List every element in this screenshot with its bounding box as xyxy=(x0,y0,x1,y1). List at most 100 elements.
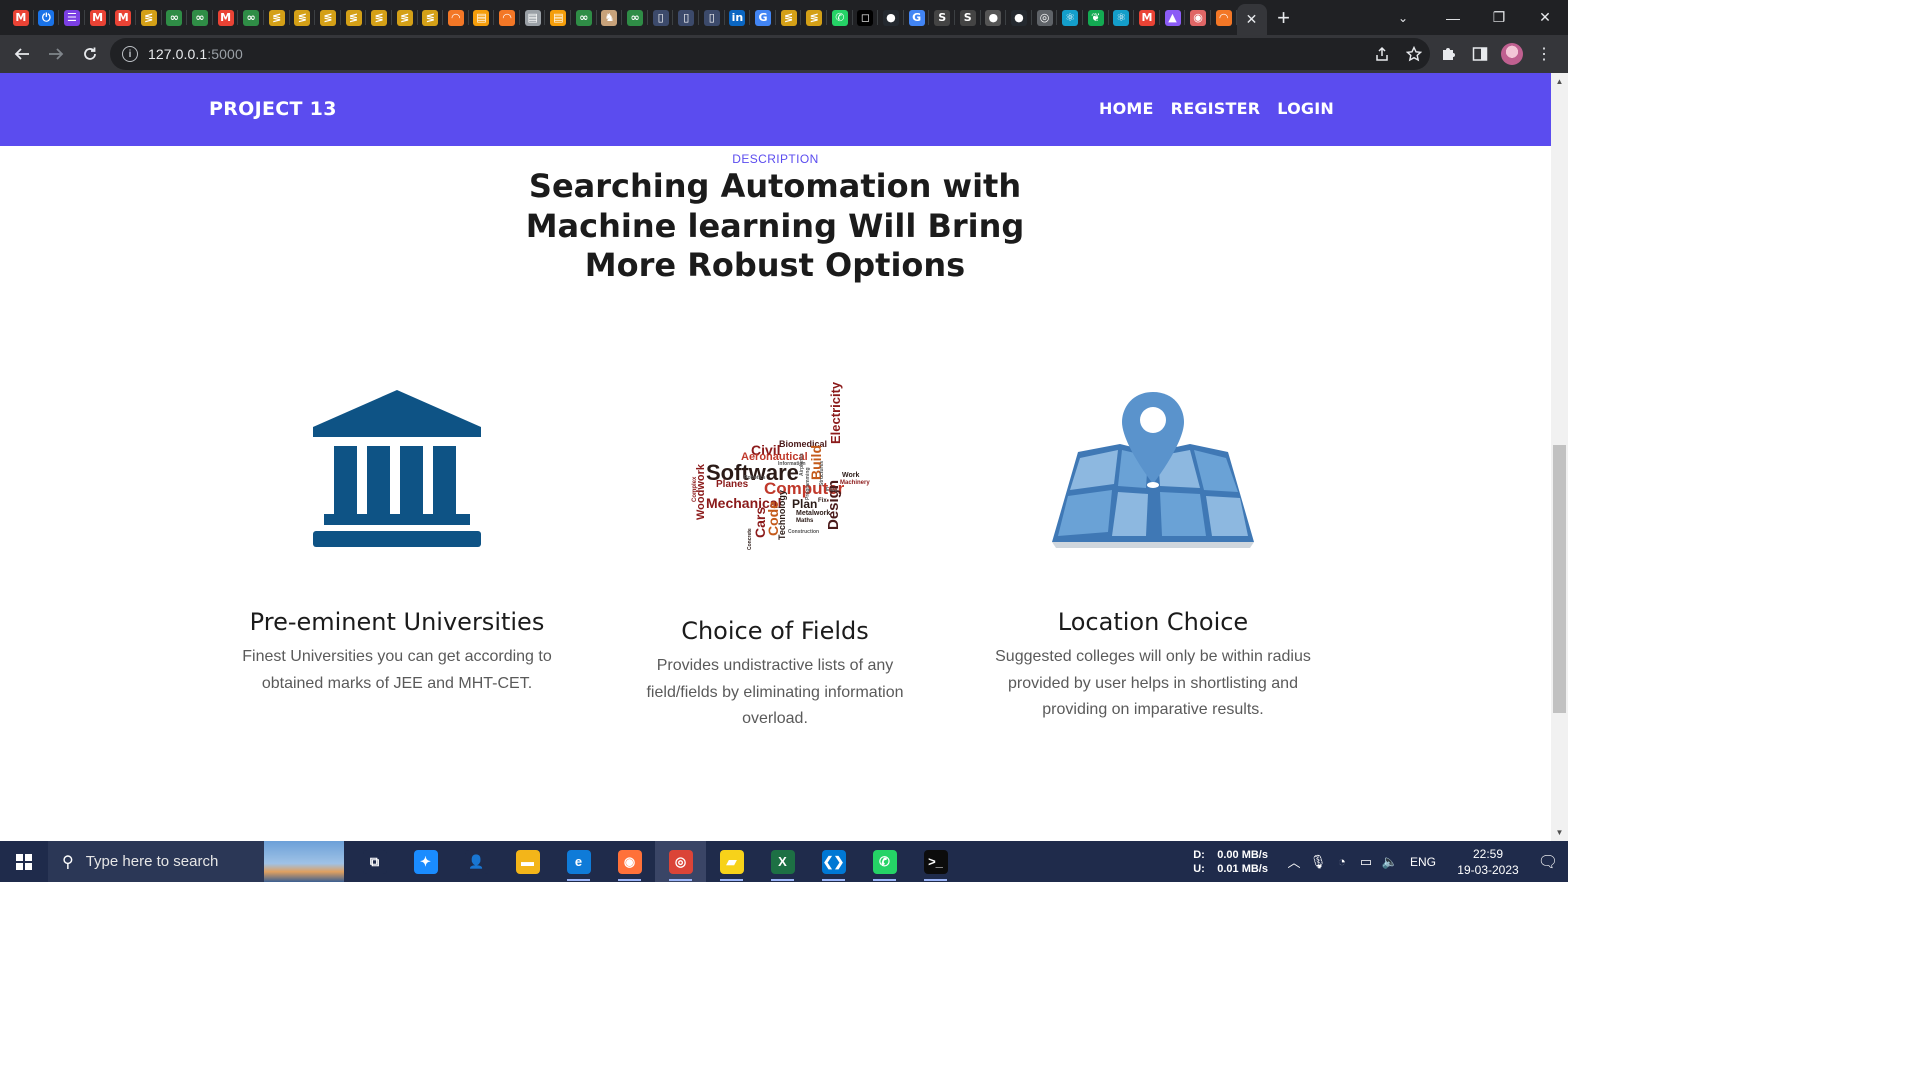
taskbar-app[interactable]: ✦ xyxy=(400,841,451,882)
word-cloud-word: Concrete xyxy=(747,528,753,550)
browser-tab[interactable]: ≶ xyxy=(136,0,162,35)
taskbar-clock[interactable]: 22:59 19-03-2023 xyxy=(1448,846,1528,878)
notifications-icon[interactable]: 🗨 xyxy=(1528,841,1568,882)
new-tab-button[interactable]: + xyxy=(1267,0,1301,35)
page-scrollbar[interactable]: ▲ ▼ xyxy=(1551,73,1568,841)
browser-tab[interactable]: M xyxy=(213,0,239,35)
forward-button[interactable] xyxy=(40,38,72,70)
browser-tab[interactable]: ◠ xyxy=(494,0,520,35)
nav-register-link[interactable]: REGISTER xyxy=(1171,99,1261,118)
browser-tab[interactable]: ☰ xyxy=(59,0,85,35)
browser-tab[interactable]: ◉ xyxy=(1185,0,1211,35)
share-icon[interactable] xyxy=(1366,38,1398,70)
volume-icon[interactable]: 🔈 xyxy=(1378,841,1402,882)
browser-tab[interactable]: ≶ xyxy=(418,0,444,35)
browser-tab[interactable]: ⚛ xyxy=(1057,0,1083,35)
browser-tab[interactable]: ∞ xyxy=(162,0,188,35)
start-button[interactable] xyxy=(0,841,48,882)
browser-tab[interactable]: ◠ xyxy=(1211,0,1237,35)
browser-tab[interactable]: M xyxy=(85,0,111,35)
url-text[interactable]: 127.0.0.1:5000 xyxy=(148,46,243,62)
browser-menu-icon[interactable]: ⋮ xyxy=(1528,38,1560,70)
browser-tab[interactable]: M xyxy=(1134,0,1160,35)
browser-tab[interactable]: ✆ xyxy=(827,0,853,35)
close-tab-icon[interactable]: ✕ xyxy=(1246,11,1258,28)
restore-button[interactable]: ❐ xyxy=(1476,0,1522,35)
browser-tab[interactable]: ≶ xyxy=(290,0,316,35)
browser-tab[interactable]: G xyxy=(904,0,930,35)
taskbar-app[interactable]: ▬ xyxy=(502,841,553,882)
taskbar-app[interactable]: e xyxy=(553,841,604,882)
active-tab[interactable]: ✕ xyxy=(1236,4,1267,35)
browser-tab[interactable]: ≶ xyxy=(366,0,392,35)
taskbar-app[interactable]: >_ xyxy=(910,841,961,882)
reload-button[interactable] xyxy=(74,38,106,70)
taskbar-app[interactable]: ✆ xyxy=(859,841,910,882)
browser-tab[interactable]: ≶ xyxy=(392,0,418,35)
browser-tab[interactable]: ▯ xyxy=(648,0,674,35)
show-hidden-icons-chevron-icon[interactable]: ︿ xyxy=(1282,841,1306,882)
browser-tab[interactable]: ▤ xyxy=(469,0,495,35)
browser-tab[interactable]: ▯ xyxy=(699,0,725,35)
browser-tab[interactable]: ⚛ xyxy=(1109,0,1135,35)
browser-tab[interactable]: ∞ xyxy=(622,0,648,35)
jupyter-icon: ◠ xyxy=(499,9,516,26)
browser-tab[interactable]: ● xyxy=(981,0,1007,35)
minimize-button[interactable]: — xyxy=(1430,0,1476,35)
browser-tab[interactable]: G xyxy=(750,0,776,35)
taskbar-app[interactable]: ◎ xyxy=(655,841,706,882)
browser-tab[interactable]: ◠ xyxy=(443,0,469,35)
browser-tab[interactable]: M xyxy=(110,0,136,35)
tab-search-icon[interactable]: ⌄ xyxy=(1388,0,1418,35)
scroll-up-arrow-icon[interactable]: ▲ xyxy=(1555,77,1564,86)
taskbar-app[interactable]: 👤 xyxy=(451,841,502,882)
site-info-icon[interactable]: i xyxy=(122,46,138,62)
site-brand[interactable]: PROJECT 13 xyxy=(209,98,337,120)
taskbar-app[interactable]: ▰ xyxy=(706,841,757,882)
browser-tab[interactable]: S xyxy=(929,0,955,35)
browser-tab[interactable]: ▤ xyxy=(520,0,546,35)
browser-tab[interactable]: ∞ xyxy=(238,0,264,35)
side-panel-icon[interactable] xyxy=(1464,38,1496,70)
browser-tab[interactable]: ≶ xyxy=(776,0,802,35)
browser-tab[interactable]: ❦ xyxy=(1083,0,1109,35)
profile-avatar[interactable] xyxy=(1496,38,1528,70)
browser-tab[interactable]: ♞ xyxy=(597,0,623,35)
input-language[interactable]: ENG xyxy=(1410,855,1436,869)
microphone-icon[interactable]: 🎙 xyxy=(1306,841,1330,882)
browser-tab[interactable]: ▤ xyxy=(545,0,571,35)
taskbar-search-box[interactable]: ⚲ Type here to search xyxy=(48,841,344,882)
taskbar-app[interactable]: ❮❯ xyxy=(808,841,859,882)
browser-tab[interactable]: ≶ xyxy=(801,0,827,35)
browser-tab[interactable]: ≶ xyxy=(341,0,367,35)
browser-tab[interactable]: ∞ xyxy=(571,0,597,35)
network-speed-meter: D: 0.00 MB/s U: 0.01 MB/s xyxy=(1193,848,1268,876)
browser-tab[interactable]: ≶ xyxy=(315,0,341,35)
browser-tab[interactable]: ▯ xyxy=(673,0,699,35)
browser-tab[interactable]: M xyxy=(8,0,34,35)
scroll-down-arrow-icon[interactable]: ▼ xyxy=(1555,828,1564,837)
close-window-button[interactable]: ✕ xyxy=(1522,0,1568,35)
browser-tab[interactable]: ◎ xyxy=(1032,0,1058,35)
battery-icon[interactable]: ▭ xyxy=(1354,841,1378,882)
address-bar[interactable]: i 127.0.0.1:5000 xyxy=(110,38,1430,70)
browser-tab[interactable]: ● xyxy=(878,0,904,35)
scrollbar-thumb[interactable] xyxy=(1553,445,1566,713)
browser-tab[interactable]: ● xyxy=(1006,0,1032,35)
browser-tab[interactable]: ≶ xyxy=(264,0,290,35)
browser-tab[interactable]: ▲ xyxy=(1160,0,1186,35)
bookmark-star-icon[interactable] xyxy=(1398,38,1430,70)
browser-tab[interactable]: ◻ xyxy=(853,0,879,35)
browser-tab[interactable]: S xyxy=(955,0,981,35)
browser-tab[interactable]: in xyxy=(725,0,751,35)
nav-login-link[interactable]: LOGIN xyxy=(1277,99,1334,118)
wifi-icon[interactable]: ◔ xyxy=(1330,841,1354,882)
extensions-puzzle-icon[interactable] xyxy=(1432,38,1464,70)
nav-home-link[interactable]: HOME xyxy=(1099,99,1154,118)
taskbar-app[interactable]: X xyxy=(757,841,808,882)
browser-tab[interactable]: ⏻ xyxy=(34,0,60,35)
back-button[interactable] xyxy=(6,38,38,70)
taskbar-app[interactable]: ⧉ xyxy=(349,841,400,882)
browser-tab[interactable]: ∞ xyxy=(187,0,213,35)
taskbar-app[interactable]: ◉ xyxy=(604,841,655,882)
